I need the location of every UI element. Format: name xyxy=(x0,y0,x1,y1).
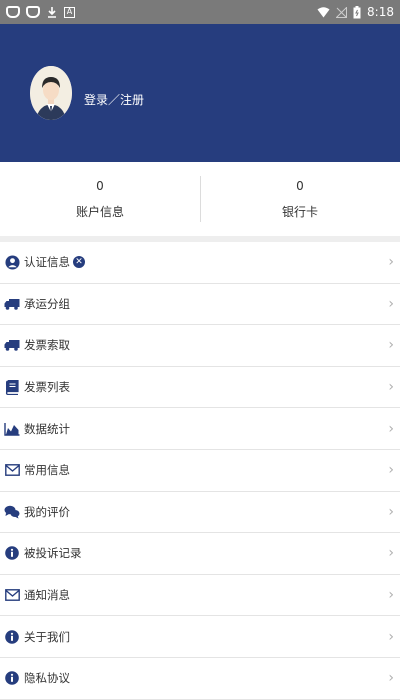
menu-item-label: 通知消息 xyxy=(24,588,70,603)
info-icon xyxy=(4,545,20,561)
menu-item-common-info[interactable]: 常用信息 › xyxy=(0,450,400,492)
menu-item-about-us[interactable]: 关于我们 › xyxy=(0,616,400,658)
menu-item-label: 隐私协议 xyxy=(24,671,70,686)
info-icon xyxy=(4,670,20,686)
menu-item-carrier-group[interactable]: 承运分组 › xyxy=(0,284,400,326)
chevron-right-icon: › xyxy=(388,337,394,354)
menu-item-label: 我的评价 xyxy=(24,504,70,519)
status-right: 8:18 xyxy=(317,5,394,19)
status-time: 8:18 xyxy=(367,5,394,19)
menu-item-label: 被投诉记录 xyxy=(24,546,82,561)
stat-value: 0 xyxy=(96,178,104,193)
menu-item-complaints[interactable]: 被投诉记录 › xyxy=(0,533,400,575)
login-register-link[interactable]: 登录／注册 xyxy=(84,91,144,108)
menu-item-verification[interactable]: 认证信息 ✕ › xyxy=(0,242,400,284)
chevron-right-icon: › xyxy=(388,628,394,645)
user-badge-icon xyxy=(4,254,20,270)
envelope-icon xyxy=(4,587,20,603)
profile-header: 登录／注册 xyxy=(0,24,400,162)
stat-divider xyxy=(200,176,201,222)
stats-row: 0 账户信息 0 银行卡 xyxy=(0,162,400,236)
download-icon xyxy=(46,5,58,19)
menu-item-invoice-list[interactable]: 发票列表 › xyxy=(0,367,400,409)
menu-item-label: 发票列表 xyxy=(24,380,70,395)
a-icon: A xyxy=(64,5,75,19)
menu-item-request-invoice[interactable]: 发票索取 › xyxy=(0,325,400,367)
bug-icon xyxy=(26,5,40,19)
menu-item-label: 认证信息 xyxy=(24,255,70,270)
bug-icon xyxy=(6,5,20,19)
truck-icon xyxy=(4,337,20,353)
stat-account-info[interactable]: 0 账户信息 xyxy=(0,162,200,236)
chevron-right-icon: › xyxy=(388,379,394,396)
status-bar: A 8:18 xyxy=(0,0,400,24)
chevron-right-icon: › xyxy=(388,254,394,271)
menu-item-label: 发票索取 xyxy=(24,338,70,353)
menu-item-notifications[interactable]: 通知消息 › xyxy=(0,575,400,617)
stat-value: 0 xyxy=(296,178,304,193)
menu-item-label: 常用信息 xyxy=(24,463,70,478)
chevron-right-icon: › xyxy=(388,420,394,437)
chevron-right-icon: › xyxy=(388,295,394,312)
area-chart-icon xyxy=(4,421,20,437)
menu-item-label: 关于我们 xyxy=(24,629,70,644)
chevron-right-icon: › xyxy=(388,587,394,604)
truck-icon xyxy=(4,296,20,312)
chevron-right-icon: › xyxy=(388,670,394,687)
no-signal-icon xyxy=(336,5,348,19)
status-left: A xyxy=(6,5,75,19)
chevron-right-icon: › xyxy=(388,462,394,479)
chat-icon xyxy=(4,504,20,520)
battery-icon xyxy=(353,5,361,19)
menu-item-my-reviews[interactable]: 我的评价 › xyxy=(0,492,400,534)
wifi-icon xyxy=(317,5,330,19)
menu-list: 认证信息 ✕ › 承运分组 › 发票索取 › 发票列表 › 数据统计 › 常用信… xyxy=(0,242,400,700)
envelope-icon xyxy=(4,462,20,478)
chevron-right-icon: › xyxy=(388,545,394,562)
info-icon xyxy=(4,629,20,645)
unverified-badge-icon: ✕ xyxy=(73,256,85,269)
stat-bank-card[interactable]: 0 银行卡 xyxy=(200,162,400,236)
chevron-right-icon: › xyxy=(388,503,394,520)
book-icon xyxy=(4,379,20,395)
menu-item-label: 数据统计 xyxy=(24,421,70,436)
avatar[interactable] xyxy=(30,66,72,120)
menu-item-statistics[interactable]: 数据统计 › xyxy=(0,408,400,450)
menu-item-label: 承运分组 xyxy=(24,296,70,311)
menu-item-privacy[interactable]: 隐私协议 › xyxy=(0,658,400,700)
stat-label: 银行卡 xyxy=(281,204,318,219)
stat-label: 账户信息 xyxy=(75,204,124,219)
